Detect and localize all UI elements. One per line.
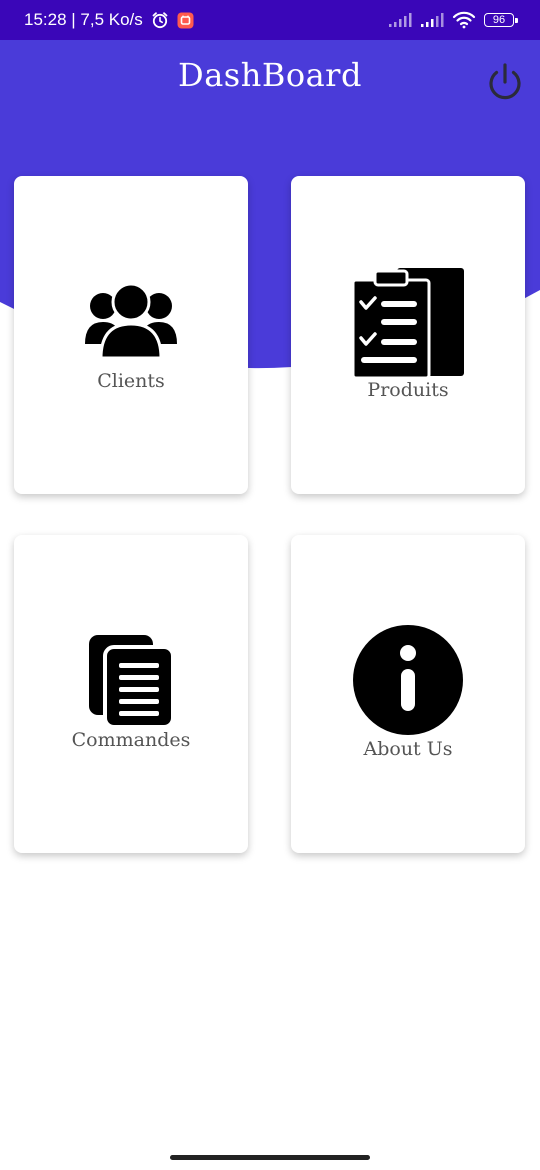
battery-icon: 96	[484, 13, 518, 27]
documents-icon	[89, 635, 175, 727]
clients-label: Clients	[97, 370, 165, 392]
clients-card[interactable]: Clients	[14, 176, 248, 494]
about-us-label: About Us	[363, 738, 453, 760]
clipboard-checklist-icon	[353, 268, 464, 378]
signal-icon	[389, 13, 412, 27]
status-right: 96	[388, 0, 518, 40]
page-title: DashBoard	[178, 56, 362, 94]
commandes-label: Commandes	[71, 729, 191, 751]
about-us-card[interactable]: About Us	[291, 535, 525, 853]
signal-icon	[421, 13, 444, 27]
produits-card[interactable]: Produits	[291, 176, 525, 494]
status-time-speed: 15:28 | 7,5 Ko/s	[24, 10, 143, 29]
produits-label: Produits	[367, 379, 449, 401]
status-left: 15:28 | 7,5 Ko/s	[24, 0, 194, 40]
status-bar: 15:28 | 7,5 Ko/s 96	[0, 0, 540, 40]
power-icon[interactable]	[484, 61, 526, 103]
home-indicator[interactable]	[170, 1155, 370, 1160]
commandes-card[interactable]: Commandes	[14, 535, 248, 853]
battery-level: 96	[492, 14, 506, 26]
alarm-icon	[152, 12, 168, 29]
info-icon	[353, 625, 463, 735]
dashboard-screen: 15:28 | 7,5 Ko/s 96 DashBoard Clients Pr…	[0, 0, 540, 1170]
wifi-icon	[452, 11, 476, 29]
notification-app-icon	[177, 12, 194, 28]
users-icon	[85, 282, 177, 360]
